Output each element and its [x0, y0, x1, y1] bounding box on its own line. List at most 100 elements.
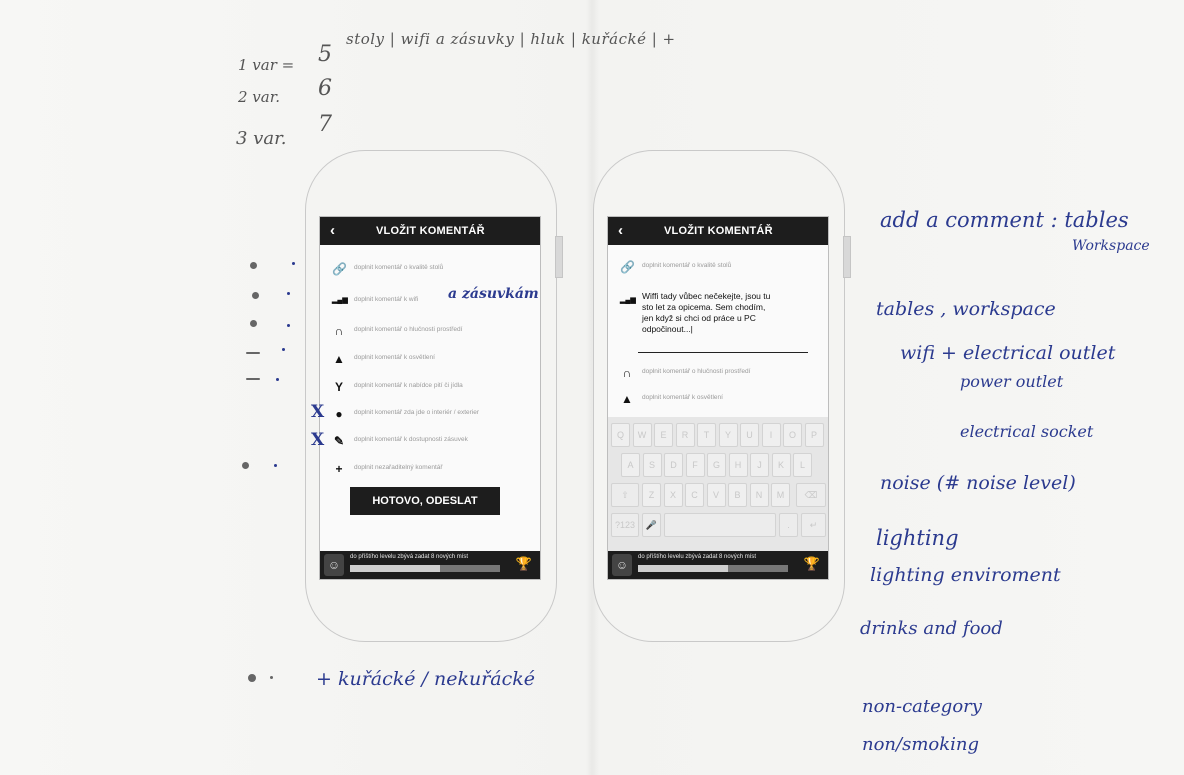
- row-label: doplnit nezařaditelný komentář: [354, 464, 443, 471]
- note-lighting: lighting: [876, 526, 959, 550]
- keyboard: Q W E R T Y U I O P A S D F G H J K L ⇧ Z X C V B N M ⌫ ?123 🎤 . ↵: [608, 417, 828, 551]
- headphones-icon: ∩: [622, 366, 632, 380]
- cross-mark: X: [311, 430, 325, 450]
- key[interactable]: U: [740, 423, 759, 447]
- margin-dot: [250, 262, 257, 269]
- comment-row-outlets[interactable]: ✎ doplnit komentář k dostupnosti zásuvek: [320, 431, 540, 451]
- key[interactable]: T: [697, 423, 716, 447]
- avatar-icon[interactable]: ☺: [612, 554, 632, 576]
- key[interactable]: C: [685, 483, 704, 507]
- cocktail-icon: Y: [334, 380, 343, 394]
- key[interactable]: D: [664, 453, 683, 477]
- comment-row-tables[interactable]: 🔗 doplnit komentář o kvalitě stolů: [320, 259, 540, 279]
- comment-row-noise[interactable]: ∩ doplnit komentář o hlučnosti prostředí: [608, 363, 828, 383]
- comment-row-tables[interactable]: 🔗 doplnit komentář o kvalitě stolů: [608, 257, 828, 277]
- level-progress: [638, 565, 788, 572]
- key[interactable]: F: [685, 453, 705, 477]
- trophy-icon[interactable]: 🏆: [804, 556, 820, 572]
- margin-dot: [292, 262, 295, 265]
- note-var3: 3 var.: [236, 128, 287, 149]
- margin-dot: [287, 324, 290, 327]
- key[interactable]: Y: [718, 423, 738, 447]
- key[interactable]: R: [675, 423, 695, 447]
- note-wifi-outlets: a zásuvkám: [448, 286, 539, 302]
- key[interactable]: Q: [611, 423, 630, 447]
- level-text: do příštího levelu zbývá zadat 8 nových …: [350, 554, 469, 560]
- key[interactable]: [664, 513, 776, 537]
- row-label: doplnit komentář k dostupnosti zásuvek: [354, 436, 468, 443]
- key[interactable]: X: [663, 483, 683, 507]
- lamp-icon: ▲: [621, 392, 633, 406]
- key[interactable]: L: [793, 453, 812, 477]
- key[interactable]: P: [804, 423, 824, 447]
- key[interactable]: J: [750, 453, 769, 477]
- key[interactable]: .: [779, 513, 798, 537]
- key[interactable]: ⇧: [611, 483, 639, 507]
- key[interactable]: K: [771, 453, 791, 477]
- key[interactable]: I: [761, 423, 781, 447]
- signal-icon: ▂▄▆: [332, 297, 348, 304]
- note-smoking: + kuřácké / nekuřácké: [316, 668, 536, 690]
- comment-row-lighting[interactable]: ▲ doplnit komentář k osvětlení: [320, 349, 540, 369]
- input-underline: [638, 352, 808, 353]
- margin-dot: [252, 292, 259, 299]
- key[interactable]: G: [707, 453, 726, 477]
- note-non-category: non-category: [862, 696, 982, 717]
- paperclip-icon: 🔗: [620, 260, 635, 274]
- key[interactable]: ↵: [801, 513, 826, 537]
- row-label: doplnit komentář o hlučnosti prostředí: [354, 326, 463, 333]
- send-button[interactable]: HOTOVO, ODESLAT: [350, 487, 500, 515]
- note-electrical-socket: electrical socket: [960, 422, 1094, 441]
- margin-dot: [270, 676, 273, 679]
- side-button: [555, 236, 563, 278]
- key[interactable]: H: [728, 453, 748, 477]
- key[interactable]: S: [642, 453, 662, 477]
- back-icon[interactable]: ‹: [330, 222, 335, 239]
- margin-dot: [276, 378, 279, 381]
- key[interactable]: O: [783, 423, 802, 447]
- key[interactable]: E: [654, 423, 673, 447]
- level-bar: ☺ do příštího levelu zbývá zadat 8 novýc…: [320, 551, 540, 579]
- key[interactable]: ?123: [611, 513, 639, 537]
- margin-dot: [287, 292, 290, 295]
- key[interactable]: N: [749, 483, 769, 507]
- plus-icon: +: [335, 462, 343, 476]
- key[interactable]: W: [632, 423, 652, 447]
- screen-title: VLOŽIT KOMENTÁŘ: [664, 225, 773, 237]
- location-pin-icon: ●: [335, 407, 343, 421]
- margin-dot: [242, 462, 249, 469]
- right-screen: ‹ VLOŽIT KOMENTÁŘ 🔗 doplnit komentář o k…: [607, 216, 829, 580]
- key[interactable]: V: [706, 483, 726, 507]
- note-add-comment: add a comment : tables: [880, 208, 1129, 232]
- note-var1: 1 var =: [238, 56, 295, 74]
- lamp-icon: ▲: [333, 352, 345, 366]
- top-bar: ‹ VLOŽIT KOMENTÁŘ: [320, 217, 540, 245]
- wrench-icon: ✎: [333, 434, 345, 448]
- key[interactable]: A: [621, 453, 640, 477]
- headphones-icon: ∩: [334, 324, 344, 338]
- key[interactable]: 🎤: [642, 513, 661, 537]
- comment-input[interactable]: Wiffi tady vůbec nečekejte, jsou tu sto …: [642, 291, 807, 335]
- note-wifi-outlet: wifi + electrical outlet: [900, 342, 1116, 364]
- key[interactable]: M: [771, 483, 790, 507]
- note-non-smoking: non/smoking: [862, 734, 980, 755]
- paperclip-icon: 🔗: [332, 262, 347, 276]
- comment-row-other[interactable]: + doplnit nezařaditelný komentář: [320, 459, 540, 479]
- key[interactable]: B: [728, 483, 747, 507]
- screen-title: VLOŽIT KOMENTÁŘ: [376, 225, 485, 237]
- note-power-outlet: power outlet: [960, 372, 1064, 391]
- note-v2-number: 6: [318, 76, 332, 101]
- key[interactable]: Z: [642, 483, 661, 507]
- note-lighting-environment: lighting enviroment: [870, 564, 1061, 586]
- top-bar: ‹ VLOŽIT KOMENTÁŘ: [608, 217, 828, 245]
- trophy-icon[interactable]: 🏆: [516, 556, 532, 572]
- comment-row-lighting[interactable]: ▲ doplnit komentář k osvětlení: [608, 389, 828, 409]
- comment-row-noise[interactable]: ∩ doplnit komentář o hlučnosti prostředí: [320, 321, 540, 341]
- row-label: doplnit komentář o kvalitě stolů: [642, 262, 732, 269]
- comment-row-drinks[interactable]: Ydoplnit komentář k nabídce pití či jídl…: [320, 377, 540, 397]
- comment-row-interior[interactable]: ● doplnit komentář zda jde o interiér / e…: [320, 404, 540, 424]
- key[interactable]: ⌫: [796, 483, 826, 507]
- back-icon[interactable]: ‹: [618, 222, 623, 239]
- margin-dot: [274, 464, 277, 467]
- avatar-icon[interactable]: ☺: [324, 554, 344, 576]
